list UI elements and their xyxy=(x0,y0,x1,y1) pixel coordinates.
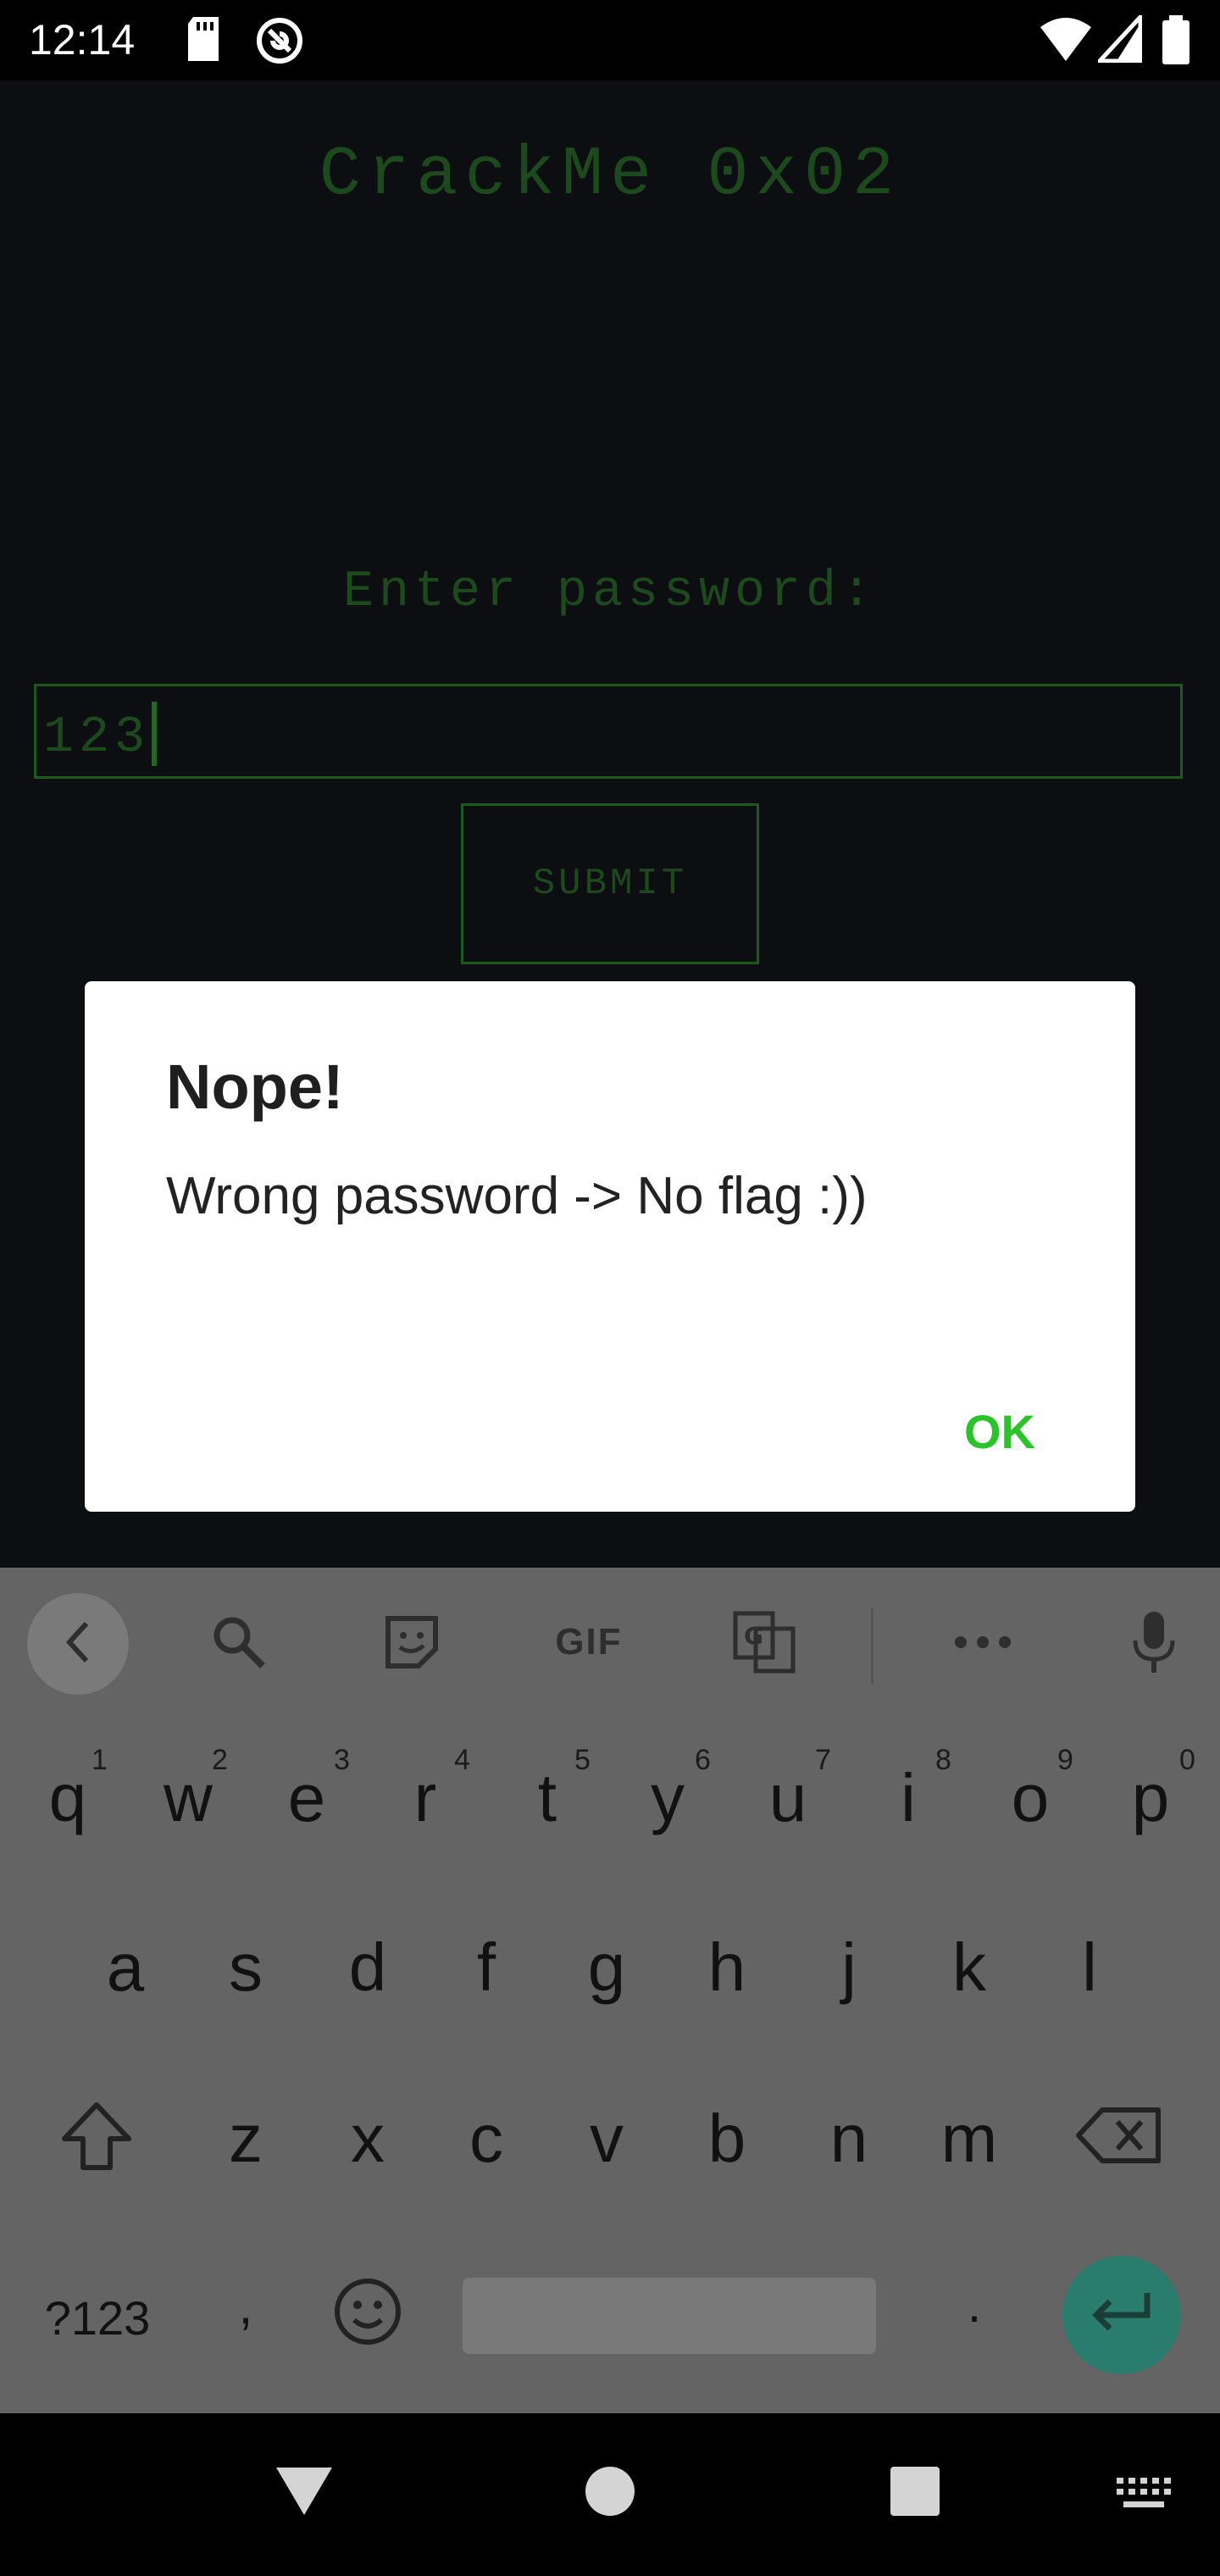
svg-text:G: G xyxy=(744,1622,763,1650)
soft-keyboard: GIF G q 1 w 2 e 3 r 4 t 5 y 6 u 7 i 8 o … xyxy=(0,1568,1220,2413)
key-c[interactable]: c xyxy=(444,2088,529,2190)
key-label: w xyxy=(164,1760,213,1835)
keyboard-switch-icon[interactable] xyxy=(1117,2478,1171,2516)
key-label: u xyxy=(768,1760,807,1835)
back-nav-icon[interactable] xyxy=(273,2464,336,2521)
key-label: t xyxy=(537,1760,557,1835)
chevron-left-icon xyxy=(61,1618,95,1670)
key-hint: 0 xyxy=(1179,1744,1195,1776)
symbols-key[interactable]: ?123 xyxy=(34,2276,161,2361)
dialog-message: Wrong password -> No flag :)) xyxy=(166,1167,868,1225)
recents-nav-icon[interactable] xyxy=(890,2466,940,2521)
enter-key[interactable] xyxy=(1062,2256,1181,2374)
key-n[interactable]: n xyxy=(807,2088,891,2190)
password-prompt-label: Enter password: xyxy=(342,564,878,621)
key-hint: 4 xyxy=(454,1744,470,1776)
dialog-ok-button[interactable]: OK xyxy=(940,1390,1059,1474)
dialog-title: Nope! xyxy=(166,1052,344,1122)
key-hint: 7 xyxy=(815,1744,831,1776)
data-saver-icon xyxy=(254,15,305,70)
gif-button[interactable]: GIF xyxy=(534,1591,644,1693)
password-input[interactable]: 123 xyxy=(34,684,1183,779)
mic-icon[interactable] xyxy=(1112,1591,1196,1693)
key-label: q xyxy=(48,1760,87,1835)
key-hint: 5 xyxy=(574,1744,591,1776)
enter-icon xyxy=(1088,2288,1156,2343)
key-hint: 1 xyxy=(92,1744,108,1776)
more-icon[interactable] xyxy=(940,1591,1025,1693)
search-icon[interactable] xyxy=(197,1591,281,1693)
translate-icon[interactable]: G xyxy=(722,1591,807,1693)
shift-key[interactable] xyxy=(46,2093,147,2195)
key-hint: 9 xyxy=(1057,1744,1073,1776)
key-k[interactable]: k xyxy=(927,1917,1012,2018)
sticker-icon[interactable] xyxy=(369,1591,454,1693)
key-v[interactable]: v xyxy=(564,2088,649,2190)
key-f[interactable]: f xyxy=(444,1917,529,2018)
shift-icon xyxy=(54,2102,139,2181)
keyboard-back-button[interactable] xyxy=(27,1593,129,1695)
navigation-bar xyxy=(0,2413,1220,2576)
emoji-key[interactable] xyxy=(325,2276,410,2361)
key-label: y xyxy=(651,1760,685,1835)
key-label: r xyxy=(413,1760,437,1835)
key-b[interactable]: b xyxy=(685,2088,769,2190)
key-g[interactable]: g xyxy=(564,1917,649,2018)
status-bar: 12:14 xyxy=(0,0,1220,80)
submit-button[interactable]: SUBMIT xyxy=(461,803,759,964)
key-h[interactable]: h xyxy=(685,1917,769,2018)
key-d[interactable]: d xyxy=(325,1917,410,2018)
key-a[interactable]: a xyxy=(83,1917,168,2018)
key-hint: 8 xyxy=(935,1744,951,1776)
battery-icon xyxy=(1161,15,1191,70)
password-text: 123 xyxy=(43,708,151,767)
key-label: e xyxy=(287,1760,326,1835)
backspace-key[interactable] xyxy=(1069,2093,1171,2195)
keyboard-toolbar: GIF G xyxy=(0,1568,1220,1717)
toolbar-divider xyxy=(871,1608,873,1685)
wifi-icon xyxy=(1039,15,1093,67)
password-input-value: 123 xyxy=(43,702,158,769)
key-label: o xyxy=(1011,1760,1050,1835)
alert-dialog: Nope! Wrong password -> No flag :)) OK xyxy=(85,981,1135,1512)
key-m[interactable]: m xyxy=(927,2088,1012,2190)
key-hint: 2 xyxy=(212,1744,228,1776)
home-nav-icon[interactable] xyxy=(585,2466,635,2521)
comma-key[interactable]: , xyxy=(220,2264,271,2349)
key-s[interactable]: s xyxy=(203,1917,288,2018)
key-l[interactable]: l xyxy=(1047,1917,1132,2018)
space-bar[interactable] xyxy=(463,2278,876,2354)
backspace-icon xyxy=(1073,2107,1167,2181)
emoji-icon xyxy=(332,2279,403,2351)
status-time: 12:14 xyxy=(29,16,136,64)
key-j[interactable]: j xyxy=(807,1917,891,2018)
sd-card-icon xyxy=(185,15,222,67)
key-hint: 6 xyxy=(695,1744,711,1776)
key-hint: 3 xyxy=(334,1744,350,1776)
key-z[interactable]: z xyxy=(203,2088,288,2190)
cellular-signal-icon xyxy=(1095,11,1143,67)
key-label: p xyxy=(1131,1760,1170,1835)
app-title: CrackMe 0x02 xyxy=(319,136,901,214)
period-key[interactable]: . xyxy=(949,2262,1000,2347)
text-caret xyxy=(152,702,158,766)
key-label: i xyxy=(901,1760,916,1835)
gif-label: GIF xyxy=(555,1621,623,1663)
key-x[interactable]: x xyxy=(325,2088,410,2190)
